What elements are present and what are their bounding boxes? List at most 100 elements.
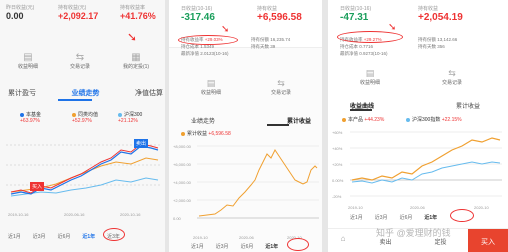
stat-shares: 持有份额 16,235.74	[251, 36, 290, 43]
holding-income-label: 持有收益(元)	[58, 5, 87, 11]
calendar-icon: ▦	[131, 52, 141, 63]
range-1y[interactable]: 近1年	[265, 243, 278, 250]
range-3m[interactable]: 近3月	[216, 243, 229, 250]
tab-cumulative-income[interactable]: 累计收益	[456, 101, 480, 110]
document-icon: ▤	[23, 52, 33, 63]
daily-income-value: -317.46	[181, 12, 215, 23]
y-tick: +4,000.00	[173, 180, 191, 185]
stat-label: 持有份额	[418, 37, 436, 42]
legend-value: +6,596.58	[208, 131, 231, 137]
chart-tabs: 业绩走势 累计收益	[191, 116, 311, 125]
yesterday-income: 昨日收益(元) 0.00	[6, 4, 46, 21]
active-tab-underline	[267, 124, 289, 126]
tab-cumulative-pnl[interactable]: 累计盈亏	[8, 88, 36, 98]
tab-performance[interactable]: 业绩走势	[72, 88, 100, 98]
stat-value: 16,235.74	[270, 37, 291, 42]
watermark: 知乎 @爱理财的钱	[376, 228, 451, 238]
range-6m[interactable]: 近6月	[241, 243, 254, 250]
daily-income-label: 日收益(10-16)	[340, 6, 372, 12]
trade-record-button[interactable]: ⇆ 交易记录	[261, 78, 301, 96]
income-detail-label: 收益明细	[200, 90, 221, 96]
range-1m[interactable]: 近1月	[8, 233, 21, 240]
stat-cost: 持仓成本 0.7716	[340, 43, 418, 50]
legend-dot	[406, 117, 410, 122]
chart-tabs: 累计盈亏 业绩走势 净值估算	[8, 88, 163, 98]
highlight-circle	[178, 35, 238, 45]
tab-performance[interactable]: 业绩走势	[191, 116, 215, 125]
x-tick: 2020-10	[474, 205, 489, 210]
legend-fund: 本基金 +63.97%	[20, 111, 41, 124]
daily-income-label: 日收益(10-16)	[181, 6, 213, 12]
income-detail-label: 收益明细	[359, 80, 380, 86]
tab-cumulative-income[interactable]: 累计收益	[287, 116, 311, 125]
stat-value: 39	[270, 44, 276, 49]
range-6m[interactable]: 近6月	[400, 214, 413, 221]
stat-label: 持有天数	[251, 44, 269, 49]
legend-dot	[20, 112, 24, 117]
trade-record-button[interactable]: ⇆ 交易记录	[60, 52, 100, 70]
range-1y[interactable]: 近1年	[424, 214, 437, 221]
range-3m[interactable]: 近3月	[33, 233, 46, 240]
my-auto-invest-button[interactable]: ▦ 我的定投(1)	[112, 52, 160, 70]
holding-income: 持有收益(元) +2,092.17	[58, 4, 113, 21]
income-detail-button[interactable]: ▤ 收益明细	[191, 78, 231, 96]
income-detail-button[interactable]: ▤ 收益明细	[8, 52, 48, 70]
range-1m[interactable]: 近1月	[191, 243, 204, 250]
cumulative-income-chart	[197, 145, 319, 219]
range-1y[interactable]: 近1年	[82, 233, 95, 240]
highlight-circle	[287, 238, 309, 251]
highlight-circle	[450, 209, 474, 222]
legend-value: +52.97%	[72, 118, 92, 124]
stat-days: 持有天数 356	[418, 43, 445, 50]
tab-nav-estimate[interactable]: 净值估算	[135, 88, 163, 98]
y-tick: +20%	[332, 162, 343, 167]
legend-dot	[181, 131, 185, 136]
range-6m[interactable]: 近6月	[58, 233, 71, 240]
trade-record-button[interactable]: ⇆ 交易记录	[432, 68, 472, 86]
daily-income: 日收益(10-16) -47.31	[340, 5, 400, 23]
stat-label: 持仓成本	[181, 44, 199, 49]
legend-value: +21.12%	[118, 118, 138, 124]
highlight-circle	[103, 228, 125, 241]
home-icon[interactable]: ⌂	[328, 229, 358, 252]
holding-income: 持有收益 +6,596.58	[257, 5, 317, 23]
holding-yield: 持有收益率 +41.76%	[120, 4, 165, 21]
stat-value: 13,142.66	[437, 37, 458, 42]
holding-income: 持有收益 +2,054.19	[418, 5, 488, 23]
trade-record-label: 交易记录	[270, 90, 291, 96]
y-tick: +8,000.00	[173, 144, 191, 149]
range-3m[interactable]: 近3月	[375, 214, 388, 221]
x-tick: 2020-10-16	[120, 212, 141, 217]
legend-index: 沪深300指数 +22.15%	[406, 116, 462, 123]
document-icon: ▤	[365, 68, 375, 78]
y-tick: 0.00%	[332, 178, 344, 183]
y-tick: 0.00	[173, 216, 181, 221]
range-selector: 近1月 近3月 近6月 近1年	[191, 243, 290, 250]
active-tab-underline	[350, 109, 372, 111]
yesterday-income-label: 昨日收益(元)	[6, 5, 35, 11]
holding-income-value: +6,596.58	[257, 12, 302, 23]
red-arrow-icon: ➘	[127, 30, 138, 44]
stat-value: 0.9273(10-16)	[359, 51, 388, 56]
legend-index: 沪深300 +21.12%	[118, 111, 142, 124]
stat-days: 持有天数 39	[251, 43, 275, 50]
x-tick: 2020-06	[410, 205, 425, 210]
legend-peer: 同类均值 +52.97%	[72, 111, 98, 124]
range-1m[interactable]: 近1月	[350, 214, 363, 221]
stat-shares: 持有份额 13,142.66	[418, 36, 457, 43]
legend-dot	[118, 112, 122, 117]
fund-panel-2: 日收益(10-16) -317.46 持有收益 +6,596.58 ➘ 持有收益…	[169, 0, 322, 252]
trade-record-label: 交易记录	[69, 64, 90, 70]
legend-product: 本产品 +44.23%	[342, 116, 384, 123]
holding-income-label: 持有收益	[257, 6, 278, 12]
stat-nav: 最新净值 0.9273(10-16)	[340, 50, 505, 57]
income-detail-button[interactable]: ▤ 收益明细	[350, 68, 390, 86]
swap-icon: ⇆	[277, 78, 285, 88]
legend-cumulative: 累计收益 +6,596.58	[181, 130, 231, 137]
buy-button[interactable]: 买入	[468, 229, 508, 252]
trade-record-label: 交易记录	[441, 80, 462, 86]
holding-income-value: +2,054.19	[418, 12, 463, 23]
buy-marker: 买入	[30, 182, 45, 191]
income-detail-label: 收益明细	[17, 64, 38, 70]
x-tick: 2019-10	[348, 205, 363, 210]
